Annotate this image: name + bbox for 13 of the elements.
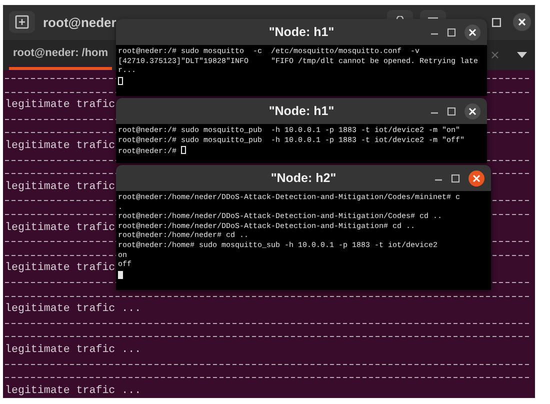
- terminal-line: legitimate trafic ...: [5, 384, 142, 398]
- window-title: "Node: h2": [270, 170, 336, 187]
- window-title: "Node: h1": [268, 24, 334, 41]
- window-title: root@neder:: [43, 14, 121, 32]
- terminal-line: legitimate trafic ...: [5, 303, 142, 316]
- terminal-line: legitimate trafic: [5, 222, 116, 235]
- terminal-line: legitimate trafic: [5, 262, 116, 276]
- tab[interactable]: root@neder: /hom: [9, 40, 112, 70]
- terminal-line: legitimate trafic: [5, 180, 116, 194]
- terminal-line: legitimate trafic: [5, 140, 116, 154]
- window-title: "Node: h1": [268, 102, 334, 120]
- terminal-line: legitimate trafic ...: [5, 344, 142, 357]
- terminal-line: legitimate trafic: [5, 99, 116, 112]
